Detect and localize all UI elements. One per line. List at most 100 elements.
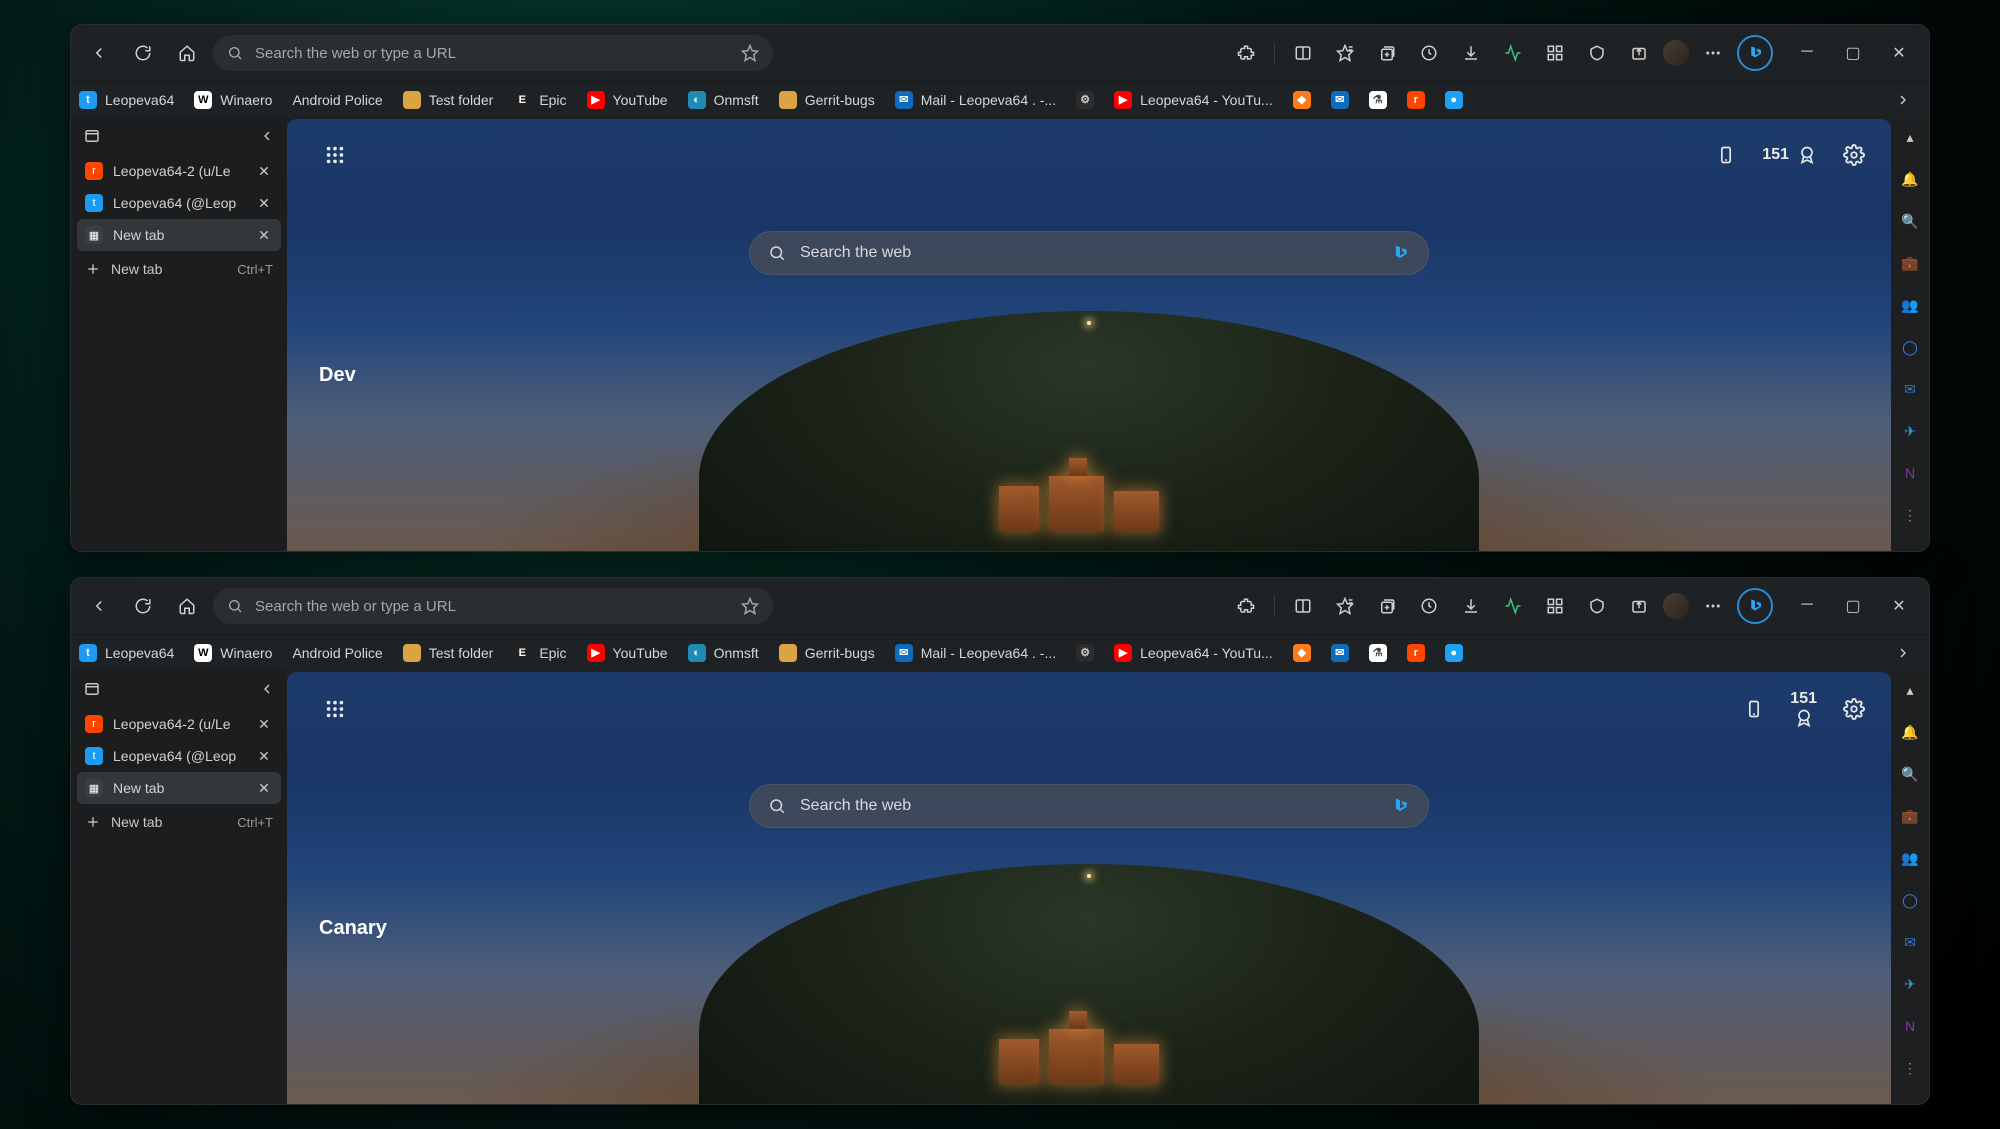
- bookmark-item[interactable]: Android Police: [292, 645, 382, 661]
- bookmark-item[interactable]: WWinaero: [194, 644, 272, 662]
- bookmark-item[interactable]: ✉Mail - Leopeva64 . -...: [895, 644, 1056, 662]
- extensions-icon[interactable]: [1228, 588, 1264, 624]
- sidebar-rail-icon[interactable]: 👥: [1896, 844, 1924, 872]
- bookmark-item[interactable]: ●: [1445, 644, 1463, 662]
- history-icon[interactable]: [1411, 35, 1447, 71]
- bookmark-item[interactable]: tLeopeva64: [79, 644, 174, 662]
- split-screen-icon[interactable]: [1285, 588, 1321, 624]
- minimize-button[interactable]: ─: [1793, 596, 1821, 616]
- minimize-button[interactable]: ─: [1793, 43, 1821, 63]
- mobile-sync-icon[interactable]: [1744, 699, 1764, 719]
- sidebar-rail-icon[interactable]: N: [1896, 1012, 1924, 1040]
- bookmark-item[interactable]: ✉: [1331, 91, 1349, 109]
- sidebar-rail-icon[interactable]: 💼: [1896, 249, 1924, 277]
- page-layout-icon[interactable]: [317, 691, 353, 727]
- sidebar-rail-icon[interactable]: 💼: [1896, 802, 1924, 830]
- tab-close-icon[interactable]: ✕: [255, 162, 273, 180]
- downloads-icon[interactable]: [1453, 588, 1489, 624]
- favorites-icon[interactable]: [1327, 35, 1363, 71]
- sidebar-rail-icon[interactable]: N: [1896, 459, 1924, 487]
- bookmark-item[interactable]: ◆: [1293, 91, 1311, 109]
- browser-essentials-icon[interactable]: [1579, 588, 1615, 624]
- page-layout-icon[interactable]: [317, 137, 353, 173]
- sidebar-rail-icon[interactable]: ✉: [1896, 375, 1924, 403]
- new-tab-button[interactable]: New tab Ctrl+T: [77, 251, 281, 287]
- sidebar-rail-icon[interactable]: ✈: [1896, 970, 1924, 998]
- bookmark-item[interactable]: Test folder: [403, 91, 494, 109]
- home-button[interactable]: [169, 35, 205, 71]
- page-settings-icon[interactable]: [1843, 144, 1865, 166]
- url-bar[interactable]: Search the web or type a URL: [213, 35, 773, 71]
- maximize-button[interactable]: ▢: [1839, 43, 1867, 63]
- bookmark-item[interactable]: ⚗: [1369, 91, 1387, 109]
- back-button[interactable]: [81, 588, 117, 624]
- bing-icon[interactable]: [1390, 243, 1410, 263]
- bing-chat-button[interactable]: [1737, 35, 1773, 71]
- profile-avatar[interactable]: [1663, 40, 1689, 66]
- mobile-sync-icon[interactable]: [1716, 145, 1736, 165]
- bookmark-item[interactable]: ⚗: [1369, 644, 1387, 662]
- sidebar-rail-icon[interactable]: 🔔: [1896, 718, 1924, 746]
- close-button[interactable]: ✕: [1885, 43, 1913, 63]
- collapse-tabs-icon[interactable]: [259, 128, 275, 144]
- performance-icon[interactable]: [1495, 588, 1531, 624]
- bookmark-item[interactable]: Gerrit-bugs: [779, 644, 875, 662]
- sidebar-rail-icon[interactable]: ◯: [1896, 333, 1924, 361]
- bookmark-item[interactable]: ●: [1445, 91, 1463, 109]
- bing-chat-button[interactable]: [1737, 588, 1773, 624]
- vertical-tab[interactable]: tLeopeva64 (@Leop✕: [77, 740, 281, 772]
- bing-icon[interactable]: [1390, 796, 1410, 816]
- apps-icon[interactable]: [1537, 588, 1573, 624]
- rewards-counter[interactable]: 151: [1762, 145, 1817, 165]
- favorite-star-icon[interactable]: [741, 44, 759, 62]
- bookmark-item[interactable]: ✉: [1331, 644, 1349, 662]
- vertical-tab[interactable]: rLeopeva64-2 (u/Le✕: [77, 708, 281, 740]
- home-button[interactable]: [169, 588, 205, 624]
- sidebar-rail-icon[interactable]: ◯: [1896, 886, 1924, 914]
- more-menu-icon[interactable]: [1695, 588, 1731, 624]
- bookmark-item[interactable]: Test folder: [403, 644, 494, 662]
- bookmark-item[interactable]: ▶Leopeva64 - YouTu...: [1114, 91, 1273, 109]
- vertical-tab[interactable]: rLeopeva64-2 (u/Le✕: [77, 155, 281, 187]
- bookmark-item[interactable]: r: [1407, 91, 1425, 109]
- downloads-icon[interactable]: [1453, 35, 1489, 71]
- bookmark-item[interactable]: ◐Onmsft: [688, 91, 759, 109]
- bookmark-item[interactable]: ◆: [1293, 644, 1311, 662]
- sidebar-rail-icon[interactable]: ✉: [1896, 928, 1924, 956]
- favorites-icon[interactable]: [1327, 588, 1363, 624]
- url-bar[interactable]: Search the web or type a URL: [213, 588, 773, 624]
- back-button[interactable]: [81, 35, 117, 71]
- refresh-button[interactable]: [125, 35, 161, 71]
- sidebar-rail-icon[interactable]: ⋮: [1896, 501, 1924, 529]
- bookmark-item[interactable]: ▶YouTube: [587, 644, 668, 662]
- bookmark-item[interactable]: ✉Mail - Leopeva64 . -...: [895, 91, 1056, 109]
- tab-actions-icon[interactable]: [83, 127, 101, 145]
- rewards-counter[interactable]: 151: [1790, 690, 1817, 728]
- bookmark-item[interactable]: EEpic: [513, 644, 566, 662]
- apps-icon[interactable]: [1537, 35, 1573, 71]
- bookmark-item[interactable]: Gerrit-bugs: [779, 91, 875, 109]
- new-tab-button[interactable]: New tab Ctrl+T: [77, 804, 281, 840]
- sidebar-rail-icon[interactable]: 🔍: [1896, 207, 1924, 235]
- more-menu-icon[interactable]: [1695, 35, 1731, 71]
- bookmark-item[interactable]: tLeopeva64: [79, 91, 174, 109]
- collections-icon[interactable]: [1369, 588, 1405, 624]
- sidebar-rail-icon[interactable]: ▴: [1896, 123, 1924, 151]
- bookmark-item[interactable]: ▶Leopeva64 - YouTu...: [1114, 644, 1273, 662]
- bookmark-item[interactable]: ▶YouTube: [587, 91, 668, 109]
- tab-close-icon[interactable]: ✕: [255, 747, 273, 765]
- profile-avatar[interactable]: [1663, 593, 1689, 619]
- sidebar-rail-icon[interactable]: 🔍: [1896, 760, 1924, 788]
- bookmark-item[interactable]: Android Police: [292, 92, 382, 108]
- collections-icon[interactable]: [1369, 35, 1405, 71]
- sidebar-rail-icon[interactable]: 👥: [1896, 291, 1924, 319]
- bookmark-item[interactable]: ⚙: [1076, 644, 1094, 662]
- history-icon[interactable]: [1411, 588, 1447, 624]
- ntp-search-box[interactable]: Search the web: [749, 784, 1429, 828]
- bookmarks-overflow-icon[interactable]: [1885, 635, 1921, 671]
- bookmark-item[interactable]: ◐Onmsft: [688, 644, 759, 662]
- vertical-tab[interactable]: ▦New tab✕: [77, 772, 281, 804]
- bookmark-item[interactable]: ⚙: [1076, 91, 1094, 109]
- browser-essentials-icon[interactable]: [1579, 35, 1615, 71]
- share-icon[interactable]: [1621, 588, 1657, 624]
